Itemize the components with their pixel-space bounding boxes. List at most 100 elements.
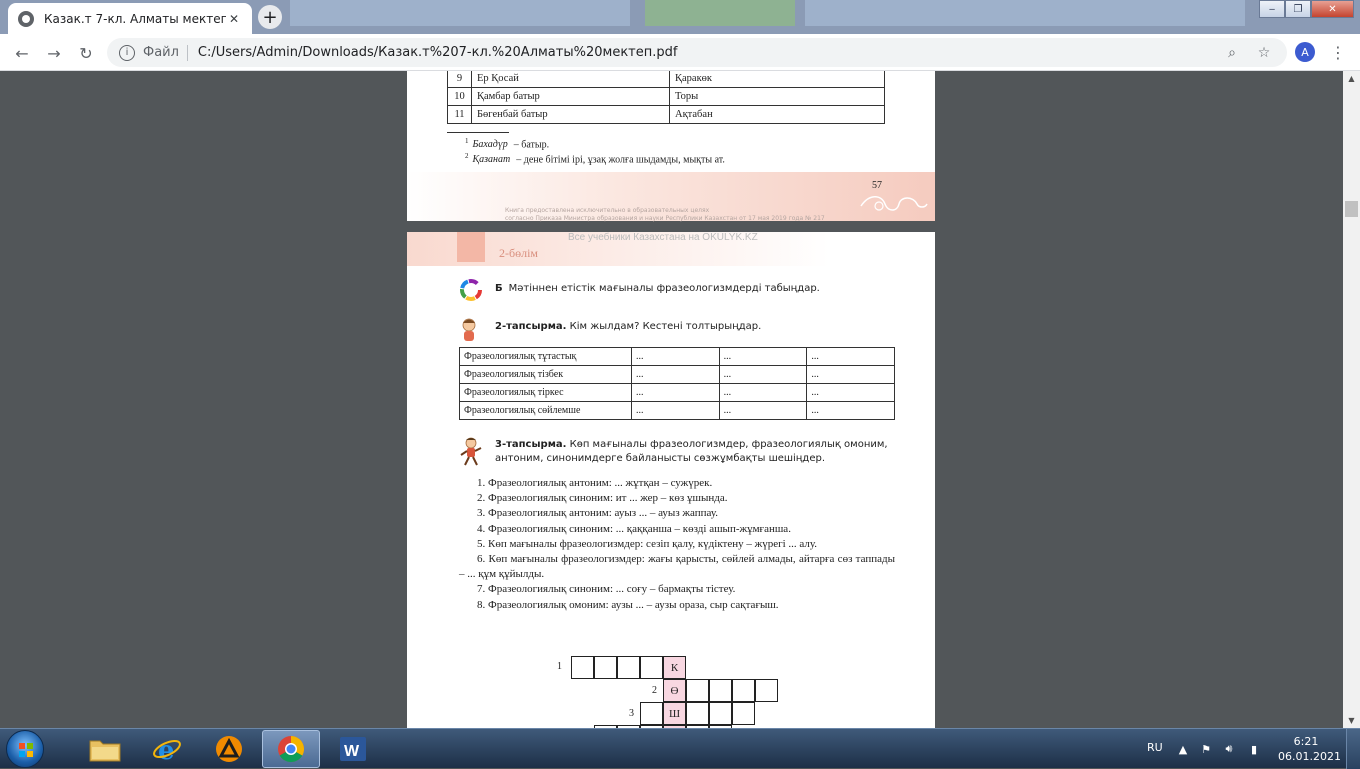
page-number: 57 <box>872 180 882 191</box>
table-cell: ... <box>806 383 895 402</box>
show-desktop-button[interactable] <box>1346 729 1360 769</box>
language-indicator[interactable]: RU <box>1147 741 1163 754</box>
table-cell: ... <box>806 365 895 384</box>
divider <box>186 44 188 61</box>
clue-item: 1. Фразеологиялық антоним: ... жұтқан – … <box>477 477 713 489</box>
maximize-button[interactable]: ❐ <box>1285 0 1311 18</box>
internet-explorer-button[interactable]: e <box>138 730 196 768</box>
footnote-1: 1 Бахадүр – батыр. <box>465 137 549 150</box>
action-center-flag-icon[interactable]: ⚑ <box>1199 742 1213 756</box>
table-row: 9 Ер Қосай Қаракөк <box>447 71 885 88</box>
system-clock[interactable]: 6:21 06.01.2021 <box>1278 734 1341 764</box>
table-cell: ... <box>631 365 720 384</box>
crossword-cell <box>755 679 778 702</box>
task-letter: Б <box>495 283 503 294</box>
table-cell: ... <box>631 383 720 402</box>
footnote-mark: 1 <box>465 137 469 145</box>
address-bar[interactable]: i Файл C:/Users/Admin/Downloads/Казак.т%… <box>107 38 1287 67</box>
word-icon: W <box>340 737 366 761</box>
chrome-button[interactable] <box>262 730 320 768</box>
crossword-cell <box>617 656 640 679</box>
task-3: 3-тапсырма. Көп мағыналы фразеологизмдер… <box>495 438 895 466</box>
scroll-up-arrow-icon[interactable]: ▲ <box>1343 71 1360 86</box>
background-window-strip <box>290 0 630 26</box>
crossword-cell <box>709 679 732 702</box>
scroll-down-arrow-icon[interactable]: ▼ <box>1343 713 1360 728</box>
menu-icon[interactable]: ⋮ <box>1330 41 1346 63</box>
crossword-cell <box>686 679 709 702</box>
crossword-grid: 1 К 2 Ө 3 Ш <box>557 656 787 728</box>
hero-name: Қамбар батыр <box>471 87 670 106</box>
word-button[interactable]: W <box>324 730 382 768</box>
clue-item: 4. Фразеологиялық синоним: ... қаққанша … <box>477 522 791 535</box>
network-icon[interactable]: ▮ <box>1247 742 1261 756</box>
child-thinking-icon <box>462 318 476 341</box>
row-number: 11 <box>447 105 472 124</box>
window-controls: ‒ ❐ ✕ <box>1259 0 1354 18</box>
footnote-term: Қазанат <box>472 154 511 166</box>
globe-icon <box>18 10 34 27</box>
row-number: 9 <box>447 71 472 88</box>
clock-time: 6:21 <box>1293 735 1319 748</box>
row-label: Фразеологиялық тіркес <box>459 383 632 402</box>
footnote-mark: 2 <box>465 152 469 160</box>
pdf-viewer: 9 Ер Қосай Қаракөк 10 Қамбар батыр Торы … <box>0 71 1360 728</box>
reload-button[interactable]: ↻ <box>75 42 97 64</box>
table-cell: ... <box>718 401 808 420</box>
footnote-2: 2 Қазанат – дене бітімі ірі, ұзақ жолға шы… <box>465 152 725 165</box>
browser-tab[interactable]: Казак.т 7-кл. Алматы мектеп.pdf ✕ <box>8 3 252 34</box>
profile-avatar[interactable]: A <box>1295 42 1315 62</box>
url-text[interactable]: C:/Users/Admin/Downloads/Казак.т%207-кл.… <box>198 45 1211 60</box>
new-tab-button[interactable]: + <box>258 5 282 29</box>
crossword-key-cell: К <box>663 656 686 679</box>
crossword-row-number: 1 <box>557 661 562 672</box>
task-2-text: Кім жылдам? Кестені толтырыңдар. <box>569 321 762 332</box>
crossword-cell <box>594 656 617 679</box>
show-hidden-icons-icon[interactable]: ▲ <box>1176 742 1190 756</box>
row-label: Фразеологиялық тұтастық <box>459 347 632 366</box>
watermark-line: согласно Приказа Министра образования и … <box>505 215 825 222</box>
table-cell: ... <box>631 401 720 420</box>
background-window-strip <box>805 0 1245 26</box>
task-3-label: 3-тапсырма. <box>495 439 567 450</box>
info-icon[interactable]: i <box>119 44 135 61</box>
crossword-cell <box>571 656 594 679</box>
crossword-cell <box>709 702 732 725</box>
windows-taskbar: e W RU ▲ ⚑ 🔊︎ ▮ 6:21 06.01.2021 <box>0 728 1360 769</box>
header-tab-decor <box>457 232 485 262</box>
table-row: Фразеологиялық сөйлемше ... ... ... <box>459 401 895 420</box>
phraseology-table: Фразеологиялық тұтастық ... ... ... Фраз… <box>459 347 895 420</box>
footnote-term: Бахадүр <box>472 139 508 151</box>
close-window-button[interactable]: ✕ <box>1311 0 1354 18</box>
volume-icon[interactable]: 🔊︎ <box>1222 742 1236 756</box>
crossword-clues: 1. Фразеологиялық антоним: ... жұтқан – … <box>459 476 895 613</box>
crossword-cell <box>686 702 709 725</box>
table-cell: ... <box>806 401 895 420</box>
ornament-swirl-icon <box>860 196 928 211</box>
tab-close-button[interactable]: ✕ <box>226 12 242 26</box>
table-row: Фразеологиялық тіркес ... ... ... <box>459 383 895 402</box>
table-row: 10 Қамбар батыр Торы <box>447 87 885 106</box>
task-2-label: 2-тапсырма. <box>495 321 567 332</box>
forward-button[interactable]: → <box>43 42 65 64</box>
avast-button[interactable] <box>200 730 258 768</box>
file-explorer-button[interactable] <box>76 730 134 768</box>
vertical-scrollbar[interactable]: ▲ ▼ <box>1343 71 1360 728</box>
avast-icon <box>216 736 242 762</box>
table-row: Фразеологиялық тізбек ... ... ... <box>459 365 895 384</box>
table-cell: ... <box>631 347 720 366</box>
table-cell: ... <box>718 347 808 366</box>
row-number: 10 <box>447 87 472 106</box>
table-cell: ... <box>718 365 808 384</box>
scrollbar-thumb[interactable] <box>1345 201 1358 217</box>
bookmark-star-icon[interactable]: ☆ <box>1253 45 1275 61</box>
horse-name: Қаракөк <box>669 71 885 88</box>
hero-name: Ер Қосай <box>471 71 670 88</box>
zoom-icon[interactable]: ⌕ <box>1221 45 1243 61</box>
back-button[interactable]: ← <box>11 42 33 64</box>
start-button[interactable] <box>6 730 44 768</box>
crossword-cell <box>640 702 663 725</box>
internet-explorer-icon: e <box>153 736 181 764</box>
minimize-button[interactable]: ‒ <box>1259 0 1285 18</box>
tab-title: Казак.т 7-кл. Алматы мектеп.pdf <box>44 11 226 26</box>
